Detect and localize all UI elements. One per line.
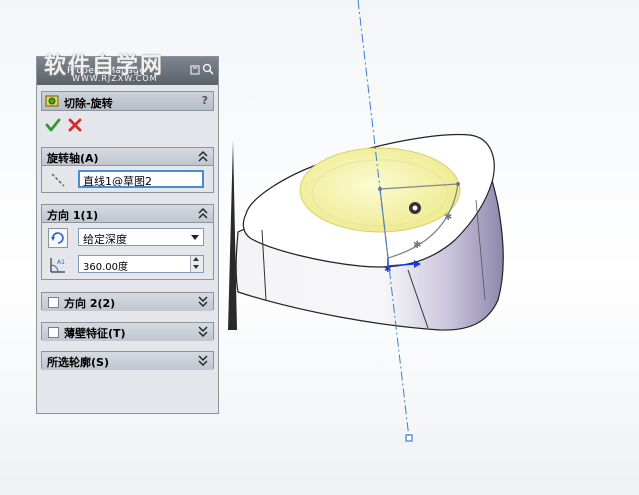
thin-feature-group: 薄壁特征(T) bbox=[41, 322, 214, 341]
end-condition-dropdown[interactable]: 给定深度 bbox=[78, 228, 204, 246]
angle-icon: A1 bbox=[50, 258, 65, 273]
selected-contours-group: 所选轮廓(S) bbox=[41, 351, 214, 370]
thin-feature-group-title: 薄壁特征(T) bbox=[64, 327, 126, 340]
angle-value: 360.00度 bbox=[83, 262, 128, 273]
axis-selection-field[interactable]: 直线1@草图2 bbox=[78, 170, 204, 188]
property-manager-panel: PropertyManager 切除-旋转 ? 旋转轴(A) 直线1@草图2 方… bbox=[36, 56, 219, 414]
thin-feature-checkbox[interactable] bbox=[48, 327, 59, 338]
watermark-url: WWW.RJZXW.COM bbox=[72, 74, 158, 83]
reverse-direction-icon[interactable] bbox=[48, 228, 68, 248]
end-condition-row: 给定深度 bbox=[42, 226, 213, 250]
ok-check-icon[interactable] bbox=[45, 117, 61, 133]
feature-header: 切除-旋转 ? bbox=[41, 91, 214, 111]
revolve-axis-endpoint bbox=[405, 434, 413, 442]
axis-group-title: 旋转轴(A) bbox=[47, 152, 99, 165]
expand-chevron-icon[interactable] bbox=[198, 324, 208, 338]
revolve-cut-icon bbox=[45, 95, 59, 107]
expand-chevron-icon[interactable] bbox=[198, 353, 208, 367]
expand-chevron-icon[interactable] bbox=[198, 294, 208, 308]
direction2-checkbox[interactable] bbox=[48, 297, 59, 308]
spin-buttons[interactable] bbox=[190, 256, 203, 272]
axis-line-icon bbox=[51, 173, 65, 187]
angle-row: A1 360.00度 bbox=[42, 253, 213, 277]
sketch-point bbox=[456, 182, 460, 186]
feature-title: 切除-旋转 bbox=[64, 97, 113, 110]
selected-contours-group-title: 所选轮廓(S) bbox=[47, 356, 109, 369]
axis-group: 旋转轴(A) 直线1@草图2 bbox=[41, 147, 214, 193]
axis-group-header[interactable]: 旋转轴(A) bbox=[42, 148, 213, 166]
cancel-x-icon[interactable] bbox=[67, 117, 83, 133]
direction1-group: 方向 1(1) 给定深度 A1 360.00度 bbox=[41, 204, 214, 280]
dropdown-arrow-icon bbox=[191, 235, 199, 240]
end-condition-value: 给定深度 bbox=[83, 233, 127, 246]
sketch-star-marker: ✱ bbox=[444, 212, 452, 223]
selected-contours-group-header[interactable]: 所选轮廓(S) bbox=[42, 352, 213, 370]
direction2-group-header[interactable]: 方向 2(2) bbox=[42, 293, 213, 311]
collapse-chevron-icon[interactable] bbox=[198, 149, 208, 163]
thin-feature-group-header[interactable]: 薄壁特征(T) bbox=[42, 323, 213, 341]
direction2-group-title: 方向 2(2) bbox=[64, 297, 116, 310]
collapse-chevron-icon[interactable] bbox=[198, 206, 208, 220]
angle-spinbox[interactable]: 360.00度 bbox=[78, 255, 204, 273]
direction2-group: 方向 2(2) bbox=[41, 292, 214, 311]
part-dark-edge bbox=[228, 140, 237, 330]
help-button[interactable]: ? bbox=[202, 94, 208, 107]
direction1-group-header[interactable]: 方向 1(1) bbox=[42, 205, 213, 223]
sketch-star-marker: ✱ bbox=[413, 240, 421, 251]
pin-icon[interactable] bbox=[190, 65, 200, 75]
search-help-icon[interactable] bbox=[202, 63, 214, 75]
axis-field-row: 直线1@草图2 bbox=[42, 168, 213, 192]
direction1-group-title: 方向 1(1) bbox=[47, 209, 99, 222]
svg-text:A1: A1 bbox=[57, 259, 65, 266]
triad-origin-marker: ✱ bbox=[384, 265, 392, 275]
